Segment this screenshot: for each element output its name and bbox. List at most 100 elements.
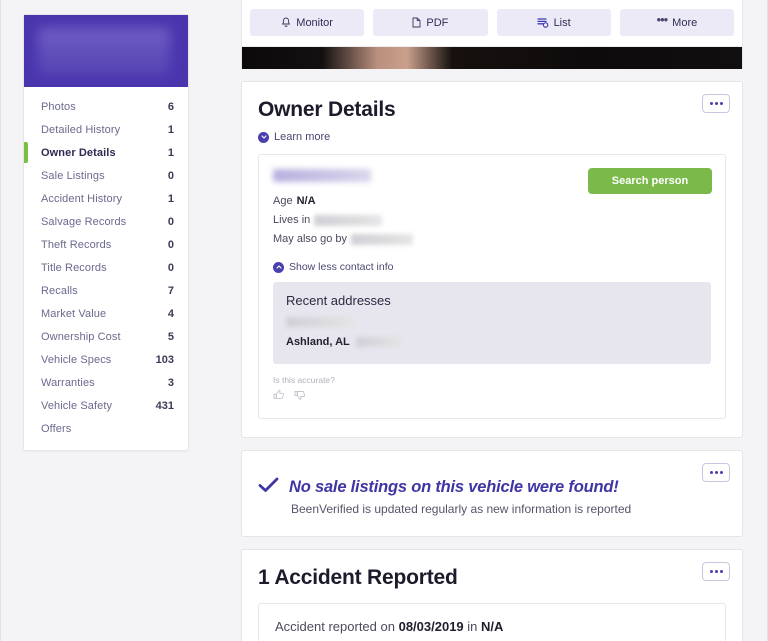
redacted-city bbox=[314, 215, 382, 226]
search-person-button[interactable]: Search person bbox=[588, 168, 712, 194]
address-city-label: Ashland, AL bbox=[286, 336, 350, 348]
accident-in-label: in bbox=[467, 619, 477, 634]
sidebar-item-count: 4 bbox=[168, 308, 174, 320]
sidebar-item-count: 3 bbox=[168, 377, 174, 389]
ellipsis-icon bbox=[720, 570, 723, 573]
accuracy-question: Is this accurate? bbox=[273, 375, 711, 385]
document-icon bbox=[412, 17, 421, 28]
owner-details-options-button[interactable] bbox=[702, 94, 730, 113]
no-listings-subtext: BeenVerified is updated regularly as new… bbox=[291, 502, 726, 516]
sale-listings-card: No sale listings on this vehicle were fo… bbox=[241, 450, 743, 537]
sidebar-item-accident-history[interactable]: Accident History 1 bbox=[24, 187, 188, 210]
pdf-button[interactable]: PDF bbox=[373, 9, 487, 36]
sidebar-item-ownership-cost[interactable]: Ownership Cost 5 bbox=[24, 325, 188, 348]
accident-title: 1 Accident Reported bbox=[258, 566, 726, 590]
sidebar-item-recalls[interactable]: Recalls 7 bbox=[24, 279, 188, 302]
sidebar: Photos 6 Detailed History 1 Owner Detail… bbox=[23, 14, 189, 451]
ellipsis-icon bbox=[710, 471, 713, 474]
accident-card: 1 Accident Reported Accident reported on… bbox=[241, 549, 743, 641]
thumbs-down-icon[interactable] bbox=[294, 388, 306, 406]
accident-date: 08/03/2019 bbox=[399, 619, 464, 634]
sidebar-nav-list: Photos 6 Detailed History 1 Owner Detail… bbox=[24, 87, 188, 450]
person-aka-row: May also go by bbox=[273, 232, 711, 246]
accident-reported-prefix: Accident reported on bbox=[275, 619, 395, 634]
accident-record: Accident reported on 08/03/2019 in N/A C… bbox=[258, 603, 726, 641]
chevron-up-icon bbox=[273, 262, 284, 273]
sidebar-item-label: Sale Listings bbox=[41, 170, 105, 182]
ellipsis-icon: ••• bbox=[657, 17, 668, 23]
ellipsis-icon bbox=[720, 471, 723, 474]
sidebar-item-photos[interactable]: Photos 6 bbox=[24, 95, 188, 118]
sidebar-vehicle-header bbox=[24, 15, 188, 87]
sidebar-item-count: 6 bbox=[168, 101, 174, 113]
sidebar-item-count: 431 bbox=[156, 400, 174, 412]
sidebar-item-offers[interactable]: Offers bbox=[24, 417, 188, 440]
sidebar-item-count: 0 bbox=[168, 262, 174, 274]
action-toolbar: Monitor PDF List ••• More bbox=[241, 0, 743, 47]
person-lives-in-row: Lives in bbox=[273, 213, 711, 227]
sidebar-item-sale-listings[interactable]: Sale Listings 0 bbox=[24, 164, 188, 187]
chevron-down-icon bbox=[258, 132, 269, 143]
sidebar-item-label: Ownership Cost bbox=[41, 331, 121, 343]
accident-options-button[interactable] bbox=[702, 562, 730, 581]
monitor-button[interactable]: Monitor bbox=[250, 9, 364, 36]
sidebar-item-label: Title Records bbox=[41, 262, 107, 274]
sidebar-item-count: 5 bbox=[168, 331, 174, 343]
redacted-vehicle-title bbox=[38, 28, 170, 74]
pdf-label: PDF bbox=[426, 17, 448, 29]
sidebar-item-count: 0 bbox=[168, 170, 174, 182]
sidebar-item-count: 0 bbox=[168, 216, 174, 228]
sidebar-item-label: Vehicle Specs bbox=[41, 354, 111, 366]
sidebar-item-theft-records[interactable]: Theft Records 0 bbox=[24, 233, 188, 256]
sidebar-item-detailed-history[interactable]: Detailed History 1 bbox=[24, 118, 188, 141]
sidebar-item-vehicle-safety[interactable]: Vehicle Safety 431 bbox=[24, 394, 188, 417]
sidebar-item-label: Detailed History bbox=[41, 124, 120, 136]
check-icon bbox=[258, 477, 279, 498]
sidebar-item-vehicle-specs[interactable]: Vehicle Specs 103 bbox=[24, 348, 188, 371]
age-label: Age bbox=[273, 195, 293, 207]
sidebar-item-label: Owner Details bbox=[41, 147, 116, 159]
sidebar-item-label: Recalls bbox=[41, 285, 78, 297]
person-age-row: Age N/A bbox=[273, 194, 711, 208]
sidebar-item-market-value[interactable]: Market Value 4 bbox=[24, 302, 188, 325]
sale-listings-options-button[interactable] bbox=[702, 463, 730, 482]
sidebar-item-label: Photos bbox=[41, 101, 76, 113]
owner-details-title: Owner Details bbox=[258, 98, 726, 122]
learn-more-link[interactable]: Learn more bbox=[258, 131, 726, 143]
person-record: Search person Age N/A Lives in May also … bbox=[258, 154, 726, 419]
show-less-label: Show less contact info bbox=[289, 261, 393, 273]
age-value: N/A bbox=[297, 195, 316, 207]
may-also-go-by-label: May also go by bbox=[273, 233, 347, 245]
sidebar-item-title-records[interactable]: Title Records 0 bbox=[24, 256, 188, 279]
sidebar-item-owner-details[interactable]: Owner Details 1 bbox=[24, 141, 188, 164]
person-attributes: Age N/A Lives in May also go by bbox=[273, 194, 711, 246]
sidebar-item-label: Market Value bbox=[41, 308, 106, 320]
list-button[interactable]: List bbox=[497, 9, 611, 36]
sidebar-item-label: Accident History bbox=[41, 193, 122, 205]
bell-icon bbox=[281, 17, 291, 28]
sidebar-item-label: Theft Records bbox=[41, 239, 111, 251]
no-listings-header: No sale listings on this vehicle were fo… bbox=[258, 477, 726, 498]
sidebar-item-count: 1 bbox=[168, 147, 174, 159]
sidebar-item-count: 7 bbox=[168, 285, 174, 297]
recent-addresses-panel: Recent addresses Ashland, AL bbox=[273, 282, 711, 364]
more-button[interactable]: ••• More bbox=[620, 9, 734, 36]
thumbs-up-icon[interactable] bbox=[273, 388, 285, 406]
sidebar-item-salvage-records[interactable]: Salvage Records 0 bbox=[24, 210, 188, 233]
ellipsis-icon bbox=[715, 102, 718, 105]
sidebar-item-warranties[interactable]: Warranties 3 bbox=[24, 371, 188, 394]
accident-location: N/A bbox=[481, 619, 503, 634]
sidebar-item-label: Vehicle Safety bbox=[41, 400, 112, 412]
sidebar-item-count: 1 bbox=[168, 193, 174, 205]
redacted-alias bbox=[351, 234, 413, 245]
redacted-person-name bbox=[273, 169, 371, 182]
show-less-contact-info-link[interactable]: Show less contact info bbox=[273, 261, 711, 273]
page-root: Photos 6 Detailed History 1 Owner Detail… bbox=[0, 0, 768, 641]
thumbs-group bbox=[273, 388, 711, 406]
sidebar-item-count: 103 bbox=[156, 354, 174, 366]
recent-addresses-title: Recent addresses bbox=[286, 293, 698, 308]
sidebar-item-count: 0 bbox=[168, 239, 174, 251]
redacted-street-address bbox=[286, 317, 358, 327]
sidebar-item-label: Offers bbox=[41, 423, 71, 435]
photo-banner bbox=[241, 47, 743, 69]
